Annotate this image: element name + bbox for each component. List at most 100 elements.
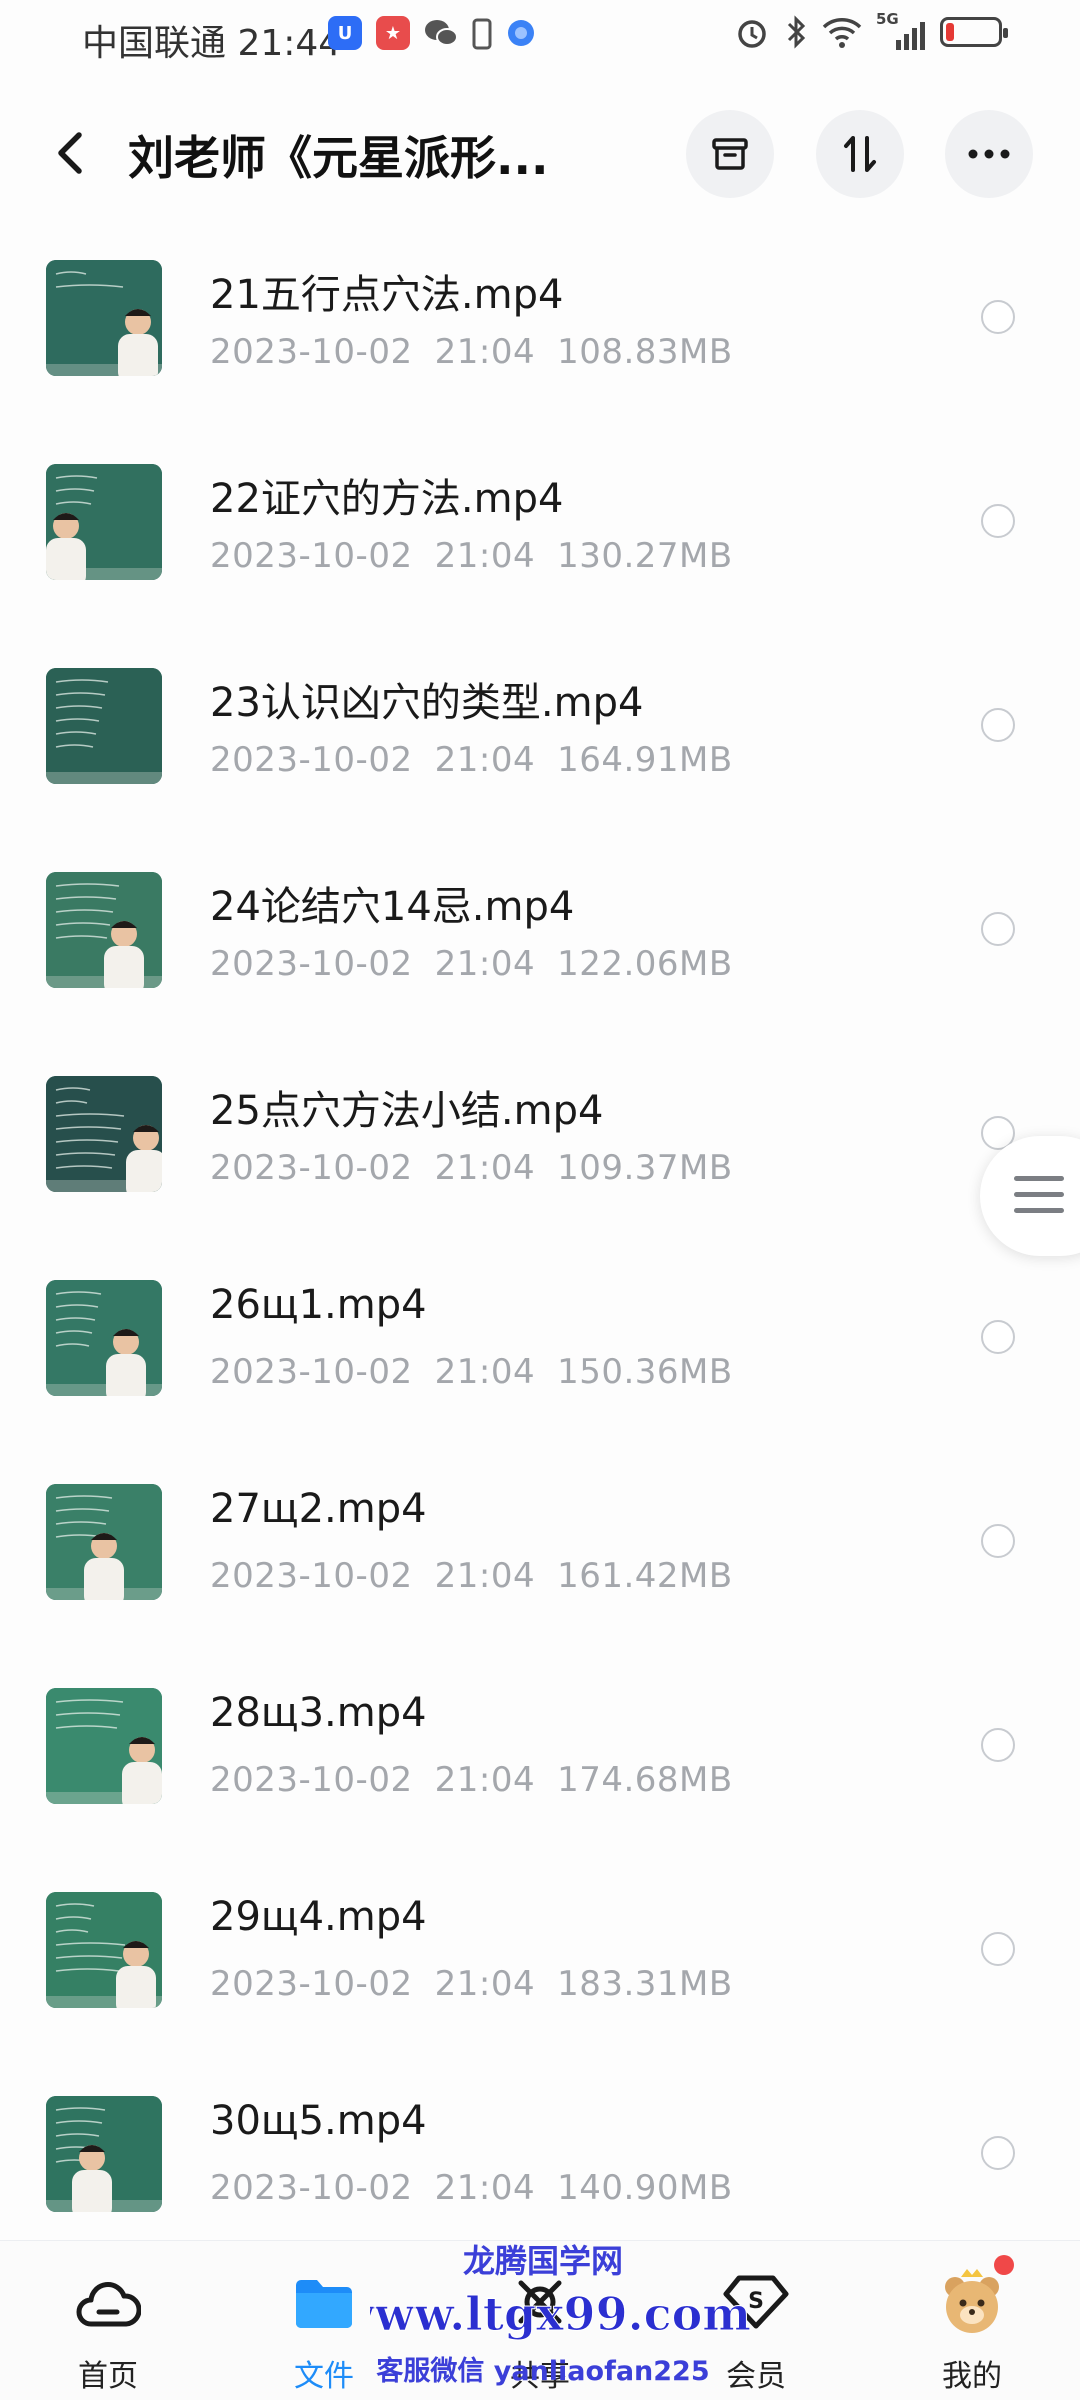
chevron-left-icon [58,132,82,174]
alarm-icon [738,20,766,48]
select-radio[interactable] [981,2136,1015,2170]
notification-icons: U ★ [328,16,536,50]
nav-item-share[interactable]: 共享 [460,2241,620,2400]
video-thumbnail [46,668,162,784]
app-notification-icon: U [328,16,362,50]
select-radio[interactable] [981,708,1015,742]
file-time: 21:04 [434,536,536,576]
notification-badge [994,2255,1014,2275]
file-time: 21:04 [434,740,536,780]
more-button[interactable] [945,110,1033,198]
nav-label-vip: 会员 [726,2359,786,2394]
file-row[interactable]: 29щ4.mp4 2023-10-02 21:04 183.31MB [0,1872,1080,2076]
select-radio[interactable] [981,300,1015,334]
sort-button[interactable] [816,110,904,198]
top-app-bar: 刘老师《元星派形... [0,100,1080,210]
file-time: 21:04 [434,1964,536,2004]
file-name: 21五行点穴法.mp4 [210,272,564,318]
archive-button[interactable] [686,110,774,198]
file-size: 130.27MB [557,536,733,576]
nav-item-me[interactable]: 我的 [892,2241,1052,2400]
file-name: 22证穴的方法.mp4 [210,476,564,522]
nav-item-vip[interactable]: S 会员 [676,2241,836,2400]
avatar-icon [937,2267,1007,2337]
file-name: 23认识凶穴的类型.mp4 [210,680,644,726]
share-icon [505,2267,575,2337]
file-row[interactable]: 26щ1.mp4 2023-10-02 21:04 150.36MB [0,1260,1080,1464]
video-thumbnail [46,1076,162,1192]
file-row[interactable]: 22证穴的方法.mp4 2023-10-02 21:04 130.27MB [0,444,1080,648]
back-button[interactable] [40,118,100,188]
file-name: 29щ4.mp4 [210,1894,427,1940]
signal-strength: 5G [876,10,926,50]
select-radio[interactable] [981,912,1015,946]
nav-label-me: 我的 [942,2359,1002,2394]
file-time: 21:04 [434,1148,536,1188]
select-radio[interactable] [981,1320,1015,1354]
file-meta: 2023-10-02 21:04 130.27MB [210,536,755,576]
nav-item-home[interactable]: 首页 [28,2241,188,2400]
sort-icon [844,136,876,172]
file-time: 21:04 [434,2168,536,2208]
file-time: 21:04 [434,1352,536,1392]
select-radio[interactable] [981,1728,1015,1762]
file-size: 174.68MB [557,1760,733,1800]
file-name: 30щ5.mp4 [210,2098,427,2144]
nav-label-home: 首页 [78,2359,138,2394]
file-size: 109.37MB [557,1148,733,1188]
file-name: 24论结穴14忌.mp4 [210,884,575,930]
bottom-navigation: 首页 文件 共享 S 会员 我的 [0,2240,1080,2400]
file-meta: 2023-10-02 21:04 174.68MB [210,1760,755,1800]
file-time: 21:04 [434,1760,536,1800]
file-date: 2023-10-02 [210,1556,413,1596]
carrier-name: 中国联通 [82,23,227,64]
status-bar: 中国联通 21:44 U ★ 5G [0,0,1080,70]
page-title: 刘老师《元星派形... [128,131,549,185]
folder-icon [289,2267,359,2337]
video-thumbnail [46,872,162,988]
svg-text:S: S [748,2289,764,2314]
app-root: 中国联通 21:44 U ★ 5G 刘老师《元星派形... 21五行点穴法.mp… [0,0,1080,2400]
system-icons: 5G [734,10,1008,50]
file-row[interactable]: 24论结穴14忌.mp4 2023-10-02 21:04 122.06MB [0,852,1080,1056]
file-row[interactable]: 25点穴方法小结.mp4 2023-10-02 21:04 109.37MB [0,1056,1080,1260]
nav-label-files: 文件 [294,2359,354,2394]
file-meta: 2023-10-02 21:04 122.06MB [210,944,755,984]
file-time: 21:04 [434,1556,536,1596]
file-row[interactable]: 23认识凶穴的类型.mp4 2023-10-02 21:04 164.91MB [0,648,1080,852]
file-meta: 2023-10-02 21:04 140.90MB [210,2168,755,2208]
battery-level [946,23,954,41]
more-icon [968,149,1010,159]
video-thumbnail [46,464,162,580]
cloud-home-icon [73,2267,143,2337]
file-row[interactable]: 28щ3.mp4 2023-10-02 21:04 174.68MB [0,1668,1080,1872]
file-date: 2023-10-02 [210,536,413,576]
browser-icon [508,20,534,46]
file-size: 161.42MB [557,1556,733,1596]
video-thumbnail [46,260,162,376]
nav-item-files[interactable]: 文件 [244,2241,404,2400]
wifi-icon [822,18,862,48]
video-thumbnail [46,2096,162,2212]
select-radio[interactable] [981,1524,1015,1558]
archive-icon [712,138,748,170]
file-size: 108.83MB [557,332,733,372]
file-name: 26щ1.mp4 [210,1282,427,1328]
vip-icon: S [721,2267,791,2337]
video-thumbnail [46,1484,162,1600]
file-name: 28щ3.mp4 [210,1690,427,1736]
file-meta: 2023-10-02 21:04 161.42MB [210,1556,755,1596]
select-radio[interactable] [981,504,1015,538]
file-row[interactable]: 27щ2.mp4 2023-10-02 21:04 161.42MB [0,1464,1080,1668]
file-date: 2023-10-02 [210,1352,413,1392]
status-time: 21:44 [237,23,342,64]
select-radio[interactable] [981,1932,1015,1966]
file-size: 140.90MB [557,2168,733,2208]
file-meta: 2023-10-02 21:04 183.31MB [210,1964,755,2004]
file-row[interactable]: 21五行点穴法.mp4 2023-10-02 21:04 108.83MB [0,240,1080,444]
signal-icon [896,22,925,50]
file-name: 25点穴方法小结.mp4 [210,1088,604,1134]
file-date: 2023-10-02 [210,2168,413,2208]
file-meta: 2023-10-02 21:04 109.37MB [210,1148,755,1188]
file-date: 2023-10-02 [210,740,413,780]
